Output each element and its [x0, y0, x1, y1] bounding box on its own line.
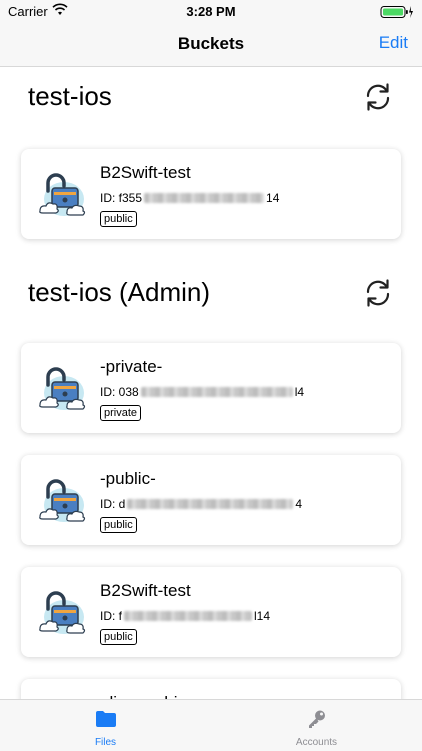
visibility-badge: private [100, 405, 142, 421]
tab-accounts-label: Accounts [295, 737, 338, 748]
refresh-icon[interactable] [362, 81, 394, 113]
key-icon [309, 710, 325, 728]
visibility-badge: public [100, 517, 137, 533]
page-title: Buckets [177, 34, 245, 53]
status-bar: Carrier 3:28 PM [0, 0, 422, 24]
redacted-id [124, 611, 253, 621]
tab-files[interactable]: Files [0, 700, 211, 751]
tab-files-label: Files [94, 737, 117, 748]
bucket-id: ID: f l14 [100, 609, 270, 623]
tab-bar: Files Accounts [0, 699, 422, 751]
bucket-card[interactable]: B2Swift-test ID: f l14 public [21, 567, 401, 657]
bucket-id-suffix: 14 [266, 191, 280, 205]
bucket-id-prefix: ID: 038 [100, 385, 139, 399]
section-title: test-ios (Admin) [28, 277, 211, 307]
bucket-card[interactable]: -private- ID: 038 l4 private [21, 343, 401, 433]
bucket-card[interactable]: alice-archives [21, 679, 401, 699]
bucket-card[interactable]: B2Swift-test ID: f355 14 public [21, 149, 401, 239]
edit-button[interactable]: Edit [379, 33, 408, 53]
bucket-id: ID: f355 14 [100, 191, 279, 205]
battery-icon [380, 6, 413, 18]
navigation-bar: Buckets Edit [0, 24, 422, 67]
bucket-id-suffix: l4 [294, 385, 305, 399]
section-title: test-ios [28, 81, 112, 111]
bucket-id-suffix: 4 [295, 497, 303, 511]
bucket-id-suffix: l14 [254, 609, 271, 623]
bucket-id: ID: 038 l4 [100, 385, 304, 399]
buckets-list[interactable]: test-ios B2Swift-test ID: f355 14 public test… [0, 67, 422, 699]
section-header: test-ios [0, 67, 422, 127]
redacted-id [144, 193, 265, 203]
visibility-badge: public [100, 211, 137, 227]
unlocked-bucket-icon [34, 473, 90, 529]
tab-accounts[interactable]: Accounts [211, 700, 422, 751]
bucket-id: ID: d 4 [100, 497, 302, 511]
bucket-name: B2Swift-test [100, 581, 191, 600]
bucket-id-prefix: ID: f355 [100, 191, 143, 205]
redacted-id [127, 499, 294, 509]
bucket-id-prefix: ID: d [100, 497, 126, 511]
redacted-id [140, 387, 293, 397]
unlocked-bucket-icon [34, 361, 90, 417]
unlocked-bucket-icon [34, 167, 90, 223]
unlocked-bucket-icon [34, 585, 90, 641]
bucket-name: -private- [100, 357, 163, 376]
bucket-name: -public- [100, 469, 156, 488]
bucket-id-prefix: ID: f [100, 609, 123, 623]
status-time: 3:28 PM [186, 4, 236, 19]
refresh-icon[interactable] [362, 277, 394, 309]
section-header: test-ios (Admin) [0, 263, 422, 323]
bucket-card[interactable]: -public- ID: d 4 public [21, 455, 401, 545]
bucket-name: B2Swift-test [100, 163, 191, 182]
visibility-badge: public [100, 629, 137, 645]
folder-icon [96, 711, 116, 727]
